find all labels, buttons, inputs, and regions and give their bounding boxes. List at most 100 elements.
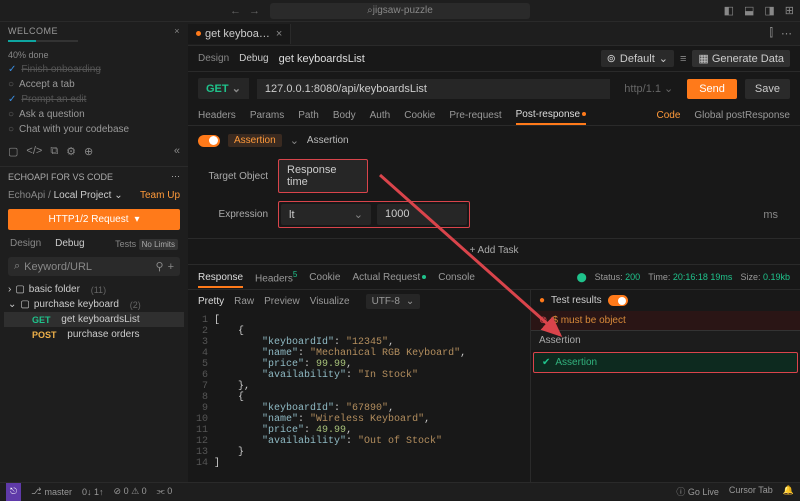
tree-folder[interactable]: ⌄▢purchase keyboard (2)	[4, 297, 184, 312]
sync-indicator[interactable]: 0↓ 1↑	[82, 487, 104, 497]
tab-body[interactable]: Body	[333, 110, 356, 121]
chevron-down-icon[interactable]: ⌄	[290, 134, 299, 147]
status-label: Status: 200	[595, 272, 641, 282]
tree-item[interactable]: GET get keyboardsList	[4, 312, 184, 327]
welcome-item[interactable]: Chat with your codebase	[19, 124, 129, 135]
planet-icon[interactable]: ⊕	[84, 145, 93, 158]
tab-console[interactable]: Console	[438, 272, 475, 283]
close-icon[interactable]: ×	[276, 28, 282, 40]
test-results-toggle[interactable]	[608, 295, 628, 306]
filter-icon[interactable]: ⚲	[156, 260, 164, 273]
project-selector[interactable]: EchoApi / Local Project ⌄	[8, 190, 123, 201]
view-pretty[interactable]: Pretty	[198, 296, 224, 307]
layout-right-icon[interactable]: ◨	[764, 4, 774, 17]
tab-prerequest[interactable]: Pre-request	[449, 110, 501, 121]
layers-icon[interactable]: ⧉	[50, 145, 58, 158]
tab-title: get keyboa…	[205, 28, 270, 40]
chevron-down-icon: ▾	[135, 214, 140, 225]
broadcast-icon[interactable]: ⓘ Go Live	[676, 485, 719, 498]
remote-button[interactable]: ⎋	[6, 483, 21, 501]
mode-design[interactable]: Design	[198, 53, 229, 64]
response-body[interactable]: 1[2 {3 "keyboardId": "12345",4 "name": "…	[188, 313, 530, 500]
test-result-row[interactable]: ✔ Assertion	[533, 352, 798, 373]
tab-headers[interactable]: Headers	[198, 110, 236, 121]
request-title: get keyboardsList	[279, 53, 365, 65]
method-badge: POST	[32, 330, 57, 340]
view-raw[interactable]: Raw	[234, 296, 254, 307]
split-icon[interactable]: ⫿	[769, 27, 773, 40]
command-search[interactable]: ⌕ jigsaw-puzzle	[270, 3, 530, 19]
url-input[interactable]: 127.0.0.1:8080/api/keyboardsList	[257, 79, 610, 99]
close-icon[interactable]: ×	[174, 26, 180, 36]
echo-toolbar: ▢ </> ⧉ ⚙ ⊕ «	[0, 141, 188, 162]
add-task-button[interactable]: + Add Task	[188, 238, 800, 262]
test-pass-text: Assertion	[555, 357, 597, 368]
assertion-pill: Assertion	[228, 134, 282, 147]
tab-debug[interactable]: Debug	[55, 238, 84, 249]
welcome-item[interactable]: Accept a tab	[19, 79, 75, 90]
collapse-icon[interactable]: «	[174, 145, 180, 158]
nav-fwd-icon[interactable]: →	[249, 5, 260, 17]
modified-dot-icon	[196, 31, 201, 36]
echo-header: ECHOAPI FOR VS CODE	[8, 172, 113, 182]
problems-indicator[interactable]: ⊘ 0 ⚠ 0	[114, 486, 147, 497]
keyword-search[interactable]: ⌕ Keyword/URL ⚲ +	[8, 257, 180, 276]
more-icon[interactable]: ⋯	[171, 171, 180, 182]
cursor-tab[interactable]: Cursor Tab	[729, 485, 773, 498]
tab-design[interactable]: Design	[10, 238, 41, 249]
welcome-item[interactable]: Ask a question	[19, 109, 85, 120]
tree-item[interactable]: POST purchase orders	[4, 327, 184, 342]
chevron-down-icon: ⌄	[406, 296, 414, 307]
test-result-row[interactable]: ⊘ $ must be object	[531, 311, 800, 331]
new-request-button[interactable]: HTTP1/2 Request ▾	[8, 209, 180, 230]
tab-postresponse[interactable]: Post-response	[516, 109, 586, 125]
folder-icon[interactable]: ▢	[8, 145, 18, 158]
code-link[interactable]: Code	[656, 110, 680, 121]
db-icon[interactable]: ⚙	[66, 145, 76, 158]
tab-auth[interactable]: Auth	[370, 110, 391, 121]
more-icon[interactable]: ⋯	[781, 27, 792, 40]
view-preview[interactable]: Preview	[264, 296, 300, 307]
target-select[interactable]: Response time	[278, 159, 368, 193]
tab-resp-headers[interactable]: Headers5	[255, 270, 297, 284]
welcome-item[interactable]: Finish onboarding	[21, 64, 101, 75]
tree-folder[interactable]: ›▢basic folder (11)	[4, 282, 184, 297]
tab-tests[interactable]: Tests No Limits	[115, 239, 178, 249]
tab-resp-cookie[interactable]: Cookie	[309, 272, 340, 283]
bell-icon[interactable]: 🔔	[783, 485, 794, 498]
operator-select[interactable]: lt⌄	[281, 204, 371, 225]
teamup-link[interactable]: Team Up	[140, 190, 180, 201]
tab-path[interactable]: Path	[298, 110, 319, 121]
generate-button[interactable]: ▦ Generate Data	[692, 50, 790, 67]
assertion-toggle[interactable]	[198, 135, 220, 147]
size-label: Size: 0.19kb	[740, 272, 790, 282]
tab-response[interactable]: Response	[198, 272, 243, 288]
layout-bottom-icon[interactable]: ⬓	[744, 4, 754, 17]
mode-debug[interactable]: Debug	[239, 53, 268, 64]
global-link[interactable]: Global postResponse	[694, 110, 790, 121]
value-input[interactable]: 1000	[377, 204, 467, 225]
tab-cookie[interactable]: Cookie	[404, 110, 435, 121]
save-button[interactable]: Save	[745, 79, 790, 99]
test-section-label: Assertion	[531, 331, 800, 350]
env-select[interactable]: ⊚ Default ⌄	[601, 50, 674, 67]
layout-left-icon[interactable]: ◧	[724, 4, 734, 17]
tab-params[interactable]: Params	[250, 110, 284, 121]
encoding-select[interactable]: UTF-8⌄	[366, 294, 421, 309]
branch-indicator[interactable]: ⎇ master	[31, 486, 72, 497]
method-badge: GET	[32, 315, 51, 325]
customize-icon[interactable]: ⊞	[785, 4, 794, 17]
add-icon[interactable]: +	[168, 261, 174, 273]
welcome-item[interactable]: Prompt an edit	[21, 94, 86, 105]
code-icon[interactable]: </>	[26, 145, 42, 158]
env-settings-icon[interactable]: ≡	[680, 53, 686, 65]
editor-tab[interactable]: get keyboa… ×	[188, 24, 291, 44]
ports-indicator[interactable]: ⫘ 0	[157, 486, 173, 497]
method-select[interactable]: GET ⌄	[198, 78, 249, 99]
protocol-select[interactable]: http/1.1 ⌄	[618, 78, 679, 99]
view-visualize[interactable]: Visualize	[310, 296, 350, 307]
nav-back-icon[interactable]: ←	[230, 5, 241, 17]
tab-actual-request[interactable]: Actual Request	[352, 272, 426, 283]
send-button[interactable]: Send	[687, 79, 737, 99]
new-request-label: HTTP1/2 Request	[48, 214, 128, 225]
